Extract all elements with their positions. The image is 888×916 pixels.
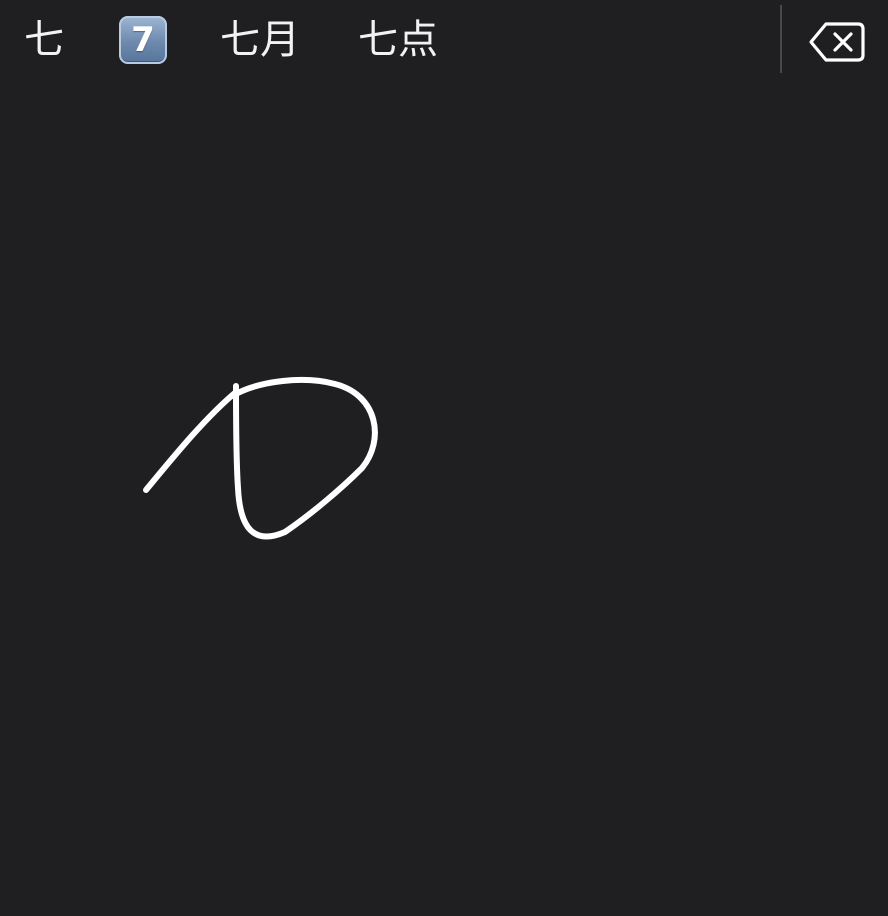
candidate-qiyue[interactable]: 七月 bbox=[220, 12, 300, 68]
candidate-divider bbox=[780, 5, 782, 73]
delete-button[interactable] bbox=[808, 20, 866, 64]
keycap-digit-seven-emoji-icon: 7 bbox=[119, 16, 167, 64]
candidate-bar: 七 7 七月 七点 bbox=[0, 0, 888, 80]
candidate-keycap-7[interactable]: 7 bbox=[119, 16, 167, 72]
handwriting-surface bbox=[143, 377, 378, 540]
handwriting-canvas[interactable] bbox=[0, 80, 888, 912]
keycap-digit: 7 bbox=[131, 20, 155, 60]
candidate-qidian[interactable]: 七点 bbox=[358, 12, 438, 68]
handwritten-stroke bbox=[143, 389, 239, 493]
backspace-delete-icon bbox=[809, 22, 865, 62]
candidate-qi[interactable]: 七 bbox=[24, 12, 64, 68]
handwritten-stroke bbox=[229, 377, 378, 540]
